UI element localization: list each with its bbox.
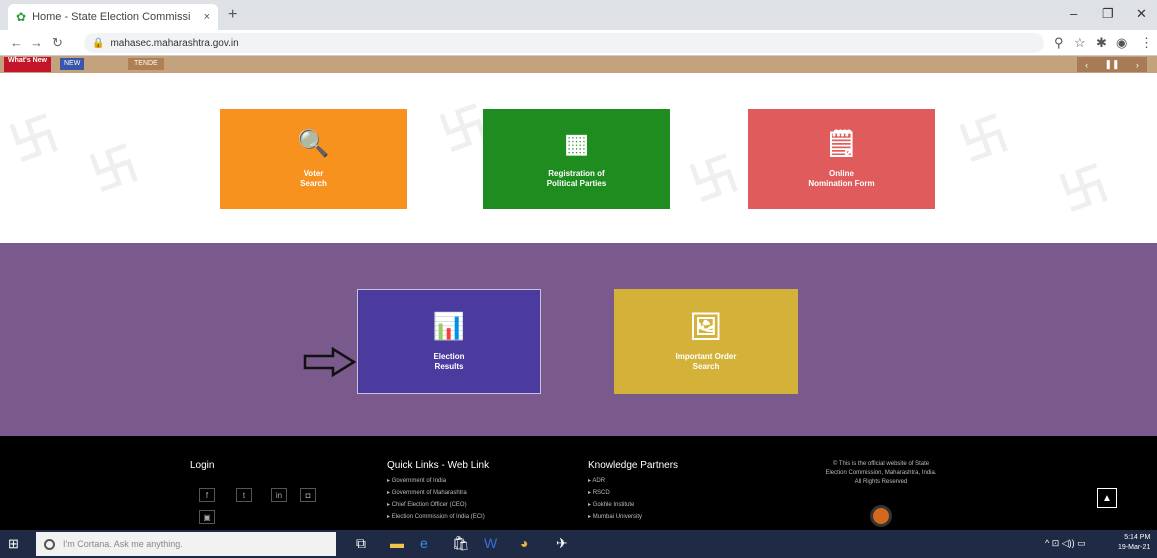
profile-icon[interactable]: ◉ (1116, 35, 1127, 51)
system-tray[interactable]: ^ ⊡ ◁)) ▭ (1045, 538, 1086, 549)
results-section: 📊 Election Results 🖼 Important Order Sea… (0, 243, 1157, 436)
restore-icon[interactable]: ❐ (1102, 6, 1114, 22)
nomination-form-icon: 🗒 (824, 128, 858, 158)
tile-label: Results (434, 361, 464, 371)
voter-search-icon: 🔍 (297, 128, 330, 158)
scroll-to-top-button[interactable]: ▲ (1097, 488, 1117, 508)
cortana-search-input[interactable]: I'm Cortana. Ask me anything. (36, 532, 336, 556)
new-badge: NEW (60, 58, 85, 70)
linkedin-icon[interactable]: in (271, 488, 287, 502)
whats-new-label: What's New (4, 57, 52, 72)
menu-kebab-icon[interactable]: ⋮ (1140, 35, 1153, 51)
forward-icon[interactable]: → (30, 35, 43, 50)
watermark-logo: 卐 (1053, 156, 1115, 222)
commission-emblem-logo (873, 508, 889, 524)
browser-tab[interactable]: ✿ Home - State Election Commissi × (8, 4, 218, 30)
quick-link-item[interactable]: ▸ Election Commission of India (ECI) (387, 512, 485, 522)
chrome-icon[interactable]: ◕ (520, 535, 528, 551)
watermark-logo: 卐 (83, 136, 145, 202)
tab-close-icon[interactable]: × (204, 11, 210, 23)
ticker-controls: ‹ ❚❚ › (1077, 57, 1147, 72)
login-link[interactable]: Login (190, 460, 214, 471)
url-input[interactable]: 🔒 mahasec.maharashtra.gov.in (84, 33, 1044, 53)
app-icon[interactable]: ✈ (556, 535, 568, 552)
back-icon[interactable]: ← (10, 35, 23, 50)
word-icon[interactable]: W (484, 535, 497, 551)
quick-link-item[interactable]: ▸ Government of India (387, 476, 446, 486)
site-favicon-icon: ✿ (16, 10, 27, 24)
ticker-pause-icon[interactable]: ❚❚ (1104, 59, 1119, 70)
election-results-tile[interactable]: 📊 Election Results (357, 289, 541, 394)
facebook-icon[interactable]: f (199, 488, 215, 502)
browser-tab-bar: ✿ Home - State Election Commissi × + – ❐… (0, 0, 1157, 30)
partner-item[interactable]: ▸ ADR (588, 476, 605, 486)
file-explorer-icon[interactable]: ▬ (390, 535, 404, 551)
tile-label: Election (433, 351, 465, 361)
tile-label: Online (829, 169, 854, 178)
partner-item[interactable]: ▸ Mumbai University (588, 512, 642, 522)
quick-link-item[interactable]: ▸ Government of Maharashtra (387, 488, 467, 498)
close-window-icon[interactable]: ✕ (1136, 6, 1147, 22)
tile-label: Political Parties (546, 179, 607, 188)
partner-item[interactable]: ▸ Gokhle Institute (588, 500, 634, 510)
party-registration-tile[interactable]: ▦ Registration of Political Parties (483, 109, 670, 209)
taskbar-clock[interactable]: 5:14 PM 19-Mar-21 (1118, 533, 1150, 553)
voter-search-tile[interactable]: 🔍 Voter Search (220, 109, 407, 209)
tile-label: Voter (303, 169, 324, 178)
order-search-icon: 🖼 (689, 310, 723, 341)
ticker-item[interactable]: TENDE (128, 58, 164, 70)
pointer-arrow-icon (303, 347, 357, 377)
windows-start-icon[interactable]: ⊞ (8, 536, 19, 552)
quick-link-item[interactable]: ▸ Chief Election Officer (CEO) (387, 500, 467, 510)
online-nomination-tile[interactable]: 🗒 Online Nomination Form (748, 109, 935, 209)
twitter-icon[interactable]: t (236, 488, 252, 502)
zoom-icon[interactable]: ⚲ (1054, 35, 1064, 51)
edge-browser-icon[interactable]: e (420, 535, 428, 551)
services-section: 卐 卐 卐 卐 卐 卐 🔍 Voter Search ▦ Registratio… (0, 73, 1157, 243)
minimize-icon[interactable]: – (1070, 6, 1077, 21)
ticker-prev-icon[interactable]: ‹ (1085, 60, 1088, 70)
store-icon[interactable]: 🛍 (452, 535, 470, 552)
partner-item[interactable]: ▸ RSCD (588, 488, 610, 498)
cortana-icon (44, 538, 55, 550)
tile-label: Registration of (548, 169, 605, 178)
tile-label: Search (692, 361, 720, 371)
watermark-logo: 卐 (3, 106, 65, 172)
tile-label: Important Order (675, 351, 737, 361)
watermark-logo: 卐 (953, 106, 1015, 172)
reload-icon[interactable]: ↻ (52, 35, 63, 51)
new-tab-button[interactable]: + (228, 6, 237, 24)
tile-label: Nomination Form (808, 179, 875, 188)
extensions-icon[interactable]: ✱ (1096, 35, 1107, 51)
site-footer: Login f t in ◘ ▣ Quick Links - Web Link … (0, 436, 1157, 530)
windows-taskbar: ⊞ I'm Cortana. Ask me anything. ⧉ ▬ e 🛍 … (0, 530, 1157, 558)
task-view-icon[interactable]: ⧉ (356, 535, 366, 552)
cortana-placeholder: I'm Cortana. Ask me anything. (63, 539, 183, 549)
youtube-icon[interactable]: ▣ (199, 510, 215, 524)
registration-board-icon: ▦ (564, 128, 589, 158)
copyright-text: © This is the official website of State … (825, 461, 937, 485)
tab-title: Home - State Election Commissi (32, 11, 191, 23)
news-ticker: What's New NEW TENDE ‹ ❚❚ › (0, 56, 1157, 73)
election-results-icon: 📊 (432, 310, 466, 341)
ticker-next-icon[interactable]: › (1136, 60, 1139, 70)
address-bar-row: ← → ↻ 🔒 mahasec.maharashtra.gov.in ⚲ ☆ ✱… (0, 30, 1157, 56)
tile-label: Search (300, 179, 327, 188)
instagram-icon[interactable]: ◘ (300, 488, 316, 502)
lock-icon: 🔒 (92, 37, 105, 49)
bookmark-star-icon[interactable]: ☆ (1074, 35, 1086, 51)
watermark-logo: 卐 (683, 146, 745, 212)
url-text: mahasec.maharashtra.gov.in (110, 37, 239, 49)
quick-links-title: Quick Links - Web Link (387, 460, 490, 471)
important-order-search-tile[interactable]: 🖼 Important Order Search (614, 289, 798, 394)
partners-title: Knowledge Partners (588, 460, 679, 471)
